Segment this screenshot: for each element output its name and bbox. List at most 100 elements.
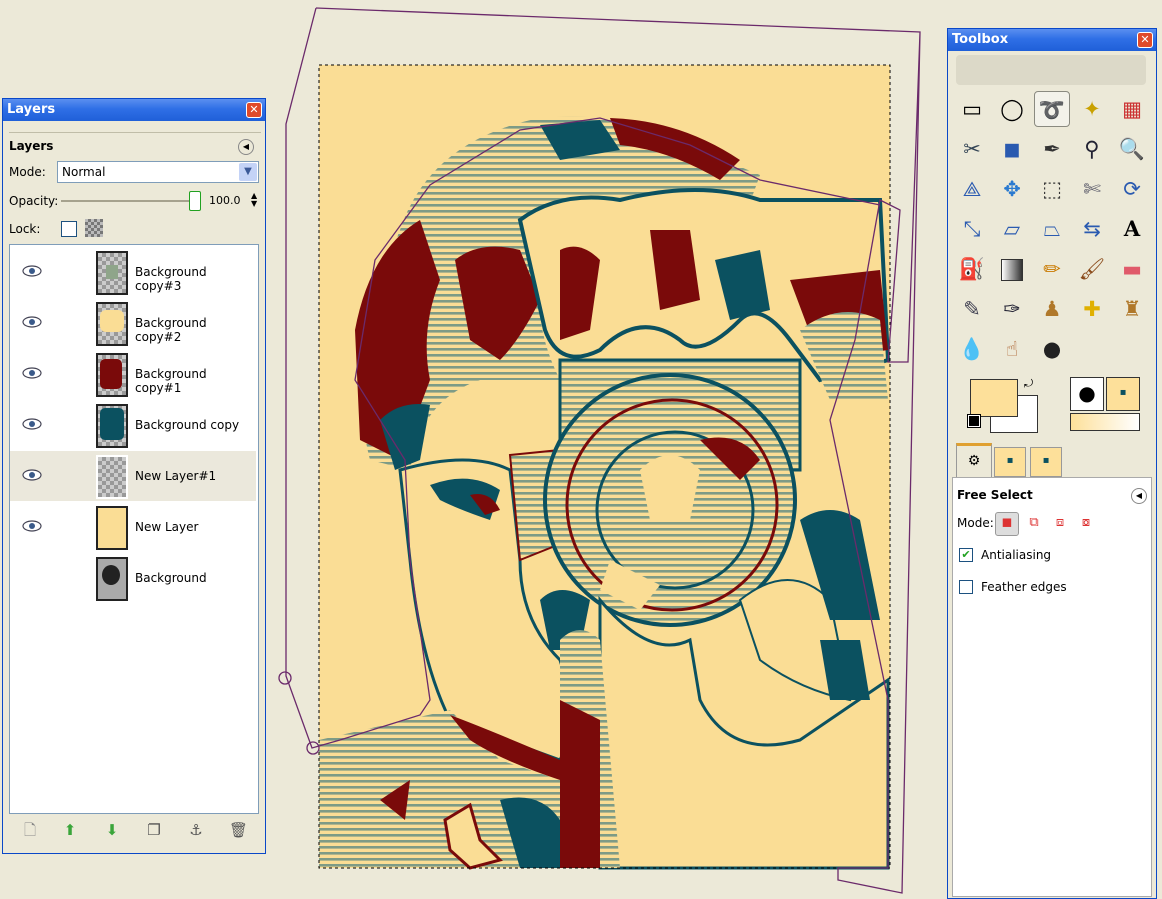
eye-icon[interactable] <box>22 265 42 277</box>
new-layer-icon[interactable]: 🗋 <box>21 821 39 839</box>
layer-name: New Layer#1 <box>135 469 217 483</box>
toolbox-titlebar[interactable]: Toolbox ✕ <box>948 29 1156 51</box>
foreground-color-swatch[interactable] <box>970 379 1018 417</box>
perspective-clone-icon[interactable]: ♜ <box>1114 291 1150 327</box>
tab-device-status[interactable]: ▪ <box>994 447 1026 477</box>
bucket-fill-icon[interactable]: ⛽ <box>954 251 990 287</box>
close-icon[interactable]: ✕ <box>246 102 262 118</box>
mode-subtract-icon[interactable]: ⧈ <box>1049 512 1071 534</box>
layer-row-selected[interactable]: New Layer#1 <box>10 451 256 501</box>
tab-undo-history[interactable]: ▪ <box>1030 447 1062 477</box>
align-icon[interactable]: ⬚ <box>1034 171 1070 207</box>
opacity-label: Opacity: <box>9 194 59 208</box>
layer-name: Background copy#2 <box>135 316 207 344</box>
mode-select[interactable]: Normal ▼ <box>57 161 259 183</box>
blur-icon[interactable]: 💧 <box>954 331 990 367</box>
tab-tool-options[interactable]: ⚙ <box>956 443 992 478</box>
move-icon[interactable]: ✥ <box>994 171 1030 207</box>
layer-thumbnail <box>96 404 128 448</box>
foreground-select-icon[interactable]: ◼ <box>994 131 1030 167</box>
layers-dock-tab-strip <box>9 124 261 133</box>
opacity-slider[interactable] <box>61 200 195 202</box>
lower-layer-icon[interactable]: ⬇ <box>103 821 121 839</box>
panel-menu-icon[interactable]: ◀ <box>1131 488 1147 504</box>
eye-icon[interactable] <box>22 469 42 481</box>
rotate-icon[interactable]: ⟳ <box>1114 171 1150 207</box>
smudge-icon[interactable]: ☝ <box>994 331 1030 367</box>
layer-row[interactable]: Background copy <box>10 400 256 450</box>
pattern-preview[interactable]: ▪ <box>1106 377 1140 411</box>
layer-name: Background copy#3 <box>135 265 207 293</box>
layers-titlebar[interactable]: Layers ✕ <box>3 99 265 121</box>
mode-replace-icon[interactable]: ◼ <box>995 512 1019 536</box>
paths-icon[interactable]: ✒ <box>1034 131 1070 167</box>
flip-icon[interactable]: ⇆ <box>1074 211 1110 247</box>
heal-icon[interactable]: ✚ <box>1074 291 1110 327</box>
blend-icon[interactable] <box>994 251 1030 287</box>
close-icon[interactable]: ✕ <box>1137 32 1153 48</box>
free-select-icon[interactable]: ➰ <box>1034 91 1070 127</box>
fuzzy-select-icon[interactable]: ✦ <box>1074 91 1110 127</box>
opacity-value[interactable]: 100.0 <box>209 194 241 207</box>
feather-edges-checkbox[interactable] <box>959 580 973 594</box>
perspective-icon[interactable]: ⏢ <box>1034 211 1070 247</box>
pencil-icon[interactable]: ✏ <box>1034 251 1070 287</box>
eye-icon[interactable] <box>22 367 42 379</box>
scale-icon[interactable]: ⤡ <box>954 211 990 247</box>
dodge-burn-icon[interactable]: ● <box>1034 331 1070 367</box>
ellipse-select-icon[interactable]: ◯ <box>994 91 1030 127</box>
select-by-color-icon[interactable]: ▦ <box>1114 91 1150 127</box>
layer-row[interactable]: Background <box>10 553 256 603</box>
rect-select-icon[interactable]: ▭ <box>954 91 990 127</box>
color-picker-icon[interactable]: ⚲ <box>1074 131 1110 167</box>
layers-window-title: Layers <box>7 102 56 117</box>
mode-add-icon[interactable]: ⧉ <box>1023 512 1045 534</box>
layer-thumbnail <box>96 506 128 550</box>
paintbrush-icon[interactable]: 🖌 <box>1074 251 1110 287</box>
antialiasing-checkbox[interactable]: ✔ <box>959 548 973 562</box>
layer-name: New Layer <box>135 520 199 534</box>
eye-icon[interactable] <box>22 520 42 532</box>
mode-label: Mode: <box>9 165 46 179</box>
duplicate-layer-icon[interactable]: ❐ <box>145 821 163 839</box>
layer-thumbnail <box>96 302 128 346</box>
mode-intersect-icon[interactable]: ⧇ <box>1075 512 1097 534</box>
swap-colors-icon[interactable]: ⤾ <box>1024 377 1033 391</box>
opacity-slider-handle[interactable] <box>189 191 201 211</box>
eye-icon[interactable] <box>22 418 42 430</box>
toolbox-window-title: Toolbox <box>952 32 1009 47</box>
panel-menu-icon[interactable]: ◀ <box>238 139 254 155</box>
airbrush-icon[interactable]: ✎ <box>954 291 990 327</box>
toolbox-window: Toolbox ✕ ▭ ◯ ➰ ✦ ▦ ✂ ◼ ✒ ⚲ 🔍 ⟁ ✥ ⬚ ✄ ⟳ … <box>947 28 1157 899</box>
shear-icon[interactable]: ▱ <box>994 211 1030 247</box>
eye-icon[interactable] <box>22 316 42 328</box>
crop-icon[interactable]: ✄ <box>1074 171 1110 207</box>
raise-layer-icon[interactable]: ⬆ <box>61 821 79 839</box>
wilber-drop-area <box>956 55 1146 85</box>
clone-icon[interactable]: ♟ <box>1034 291 1070 327</box>
layer-row[interactable]: Background copy#1 <box>10 349 256 399</box>
chevron-down-icon[interactable]: ▼ <box>239 163 257 181</box>
layer-row[interactable]: Background copy#2 <box>10 298 256 348</box>
measure-icon[interactable]: ⟁ <box>954 171 990 207</box>
layer-thumbnail <box>96 557 128 601</box>
spinner-icon[interactable]: ▲ ▼ <box>251 192 257 208</box>
delete-layer-icon[interactable]: 🗑 <box>229 821 248 839</box>
ink-icon[interactable]: ✑ <box>994 291 1030 327</box>
layer-name: Background copy <box>135 418 240 432</box>
lock-label: Lock: <box>9 222 41 236</box>
text-icon[interactable]: A <box>1114 211 1150 247</box>
layer-list: Background copy#3 Background copy#2 Back… <box>9 244 259 814</box>
gradient-preview[interactable] <box>1070 413 1140 431</box>
anchor-layer-icon[interactable]: ⚓ <box>187 821 205 839</box>
scissors-icon[interactable]: ✂ <box>954 131 990 167</box>
layer-row[interactable]: New Layer <box>10 502 256 552</box>
eraser-icon[interactable]: ▬ <box>1114 251 1150 287</box>
brush-preview[interactable]: ● <box>1070 377 1104 411</box>
lock-pixels-checkbox[interactable] <box>61 221 77 237</box>
lock-alpha-icon[interactable] <box>85 219 103 237</box>
default-colors-icon[interactable] <box>967 414 981 428</box>
layer-row[interactable]: Background copy#3 <box>10 247 256 297</box>
antialiasing-label: Antialiasing <box>981 548 1052 562</box>
zoom-icon[interactable]: 🔍 <box>1114 131 1150 167</box>
